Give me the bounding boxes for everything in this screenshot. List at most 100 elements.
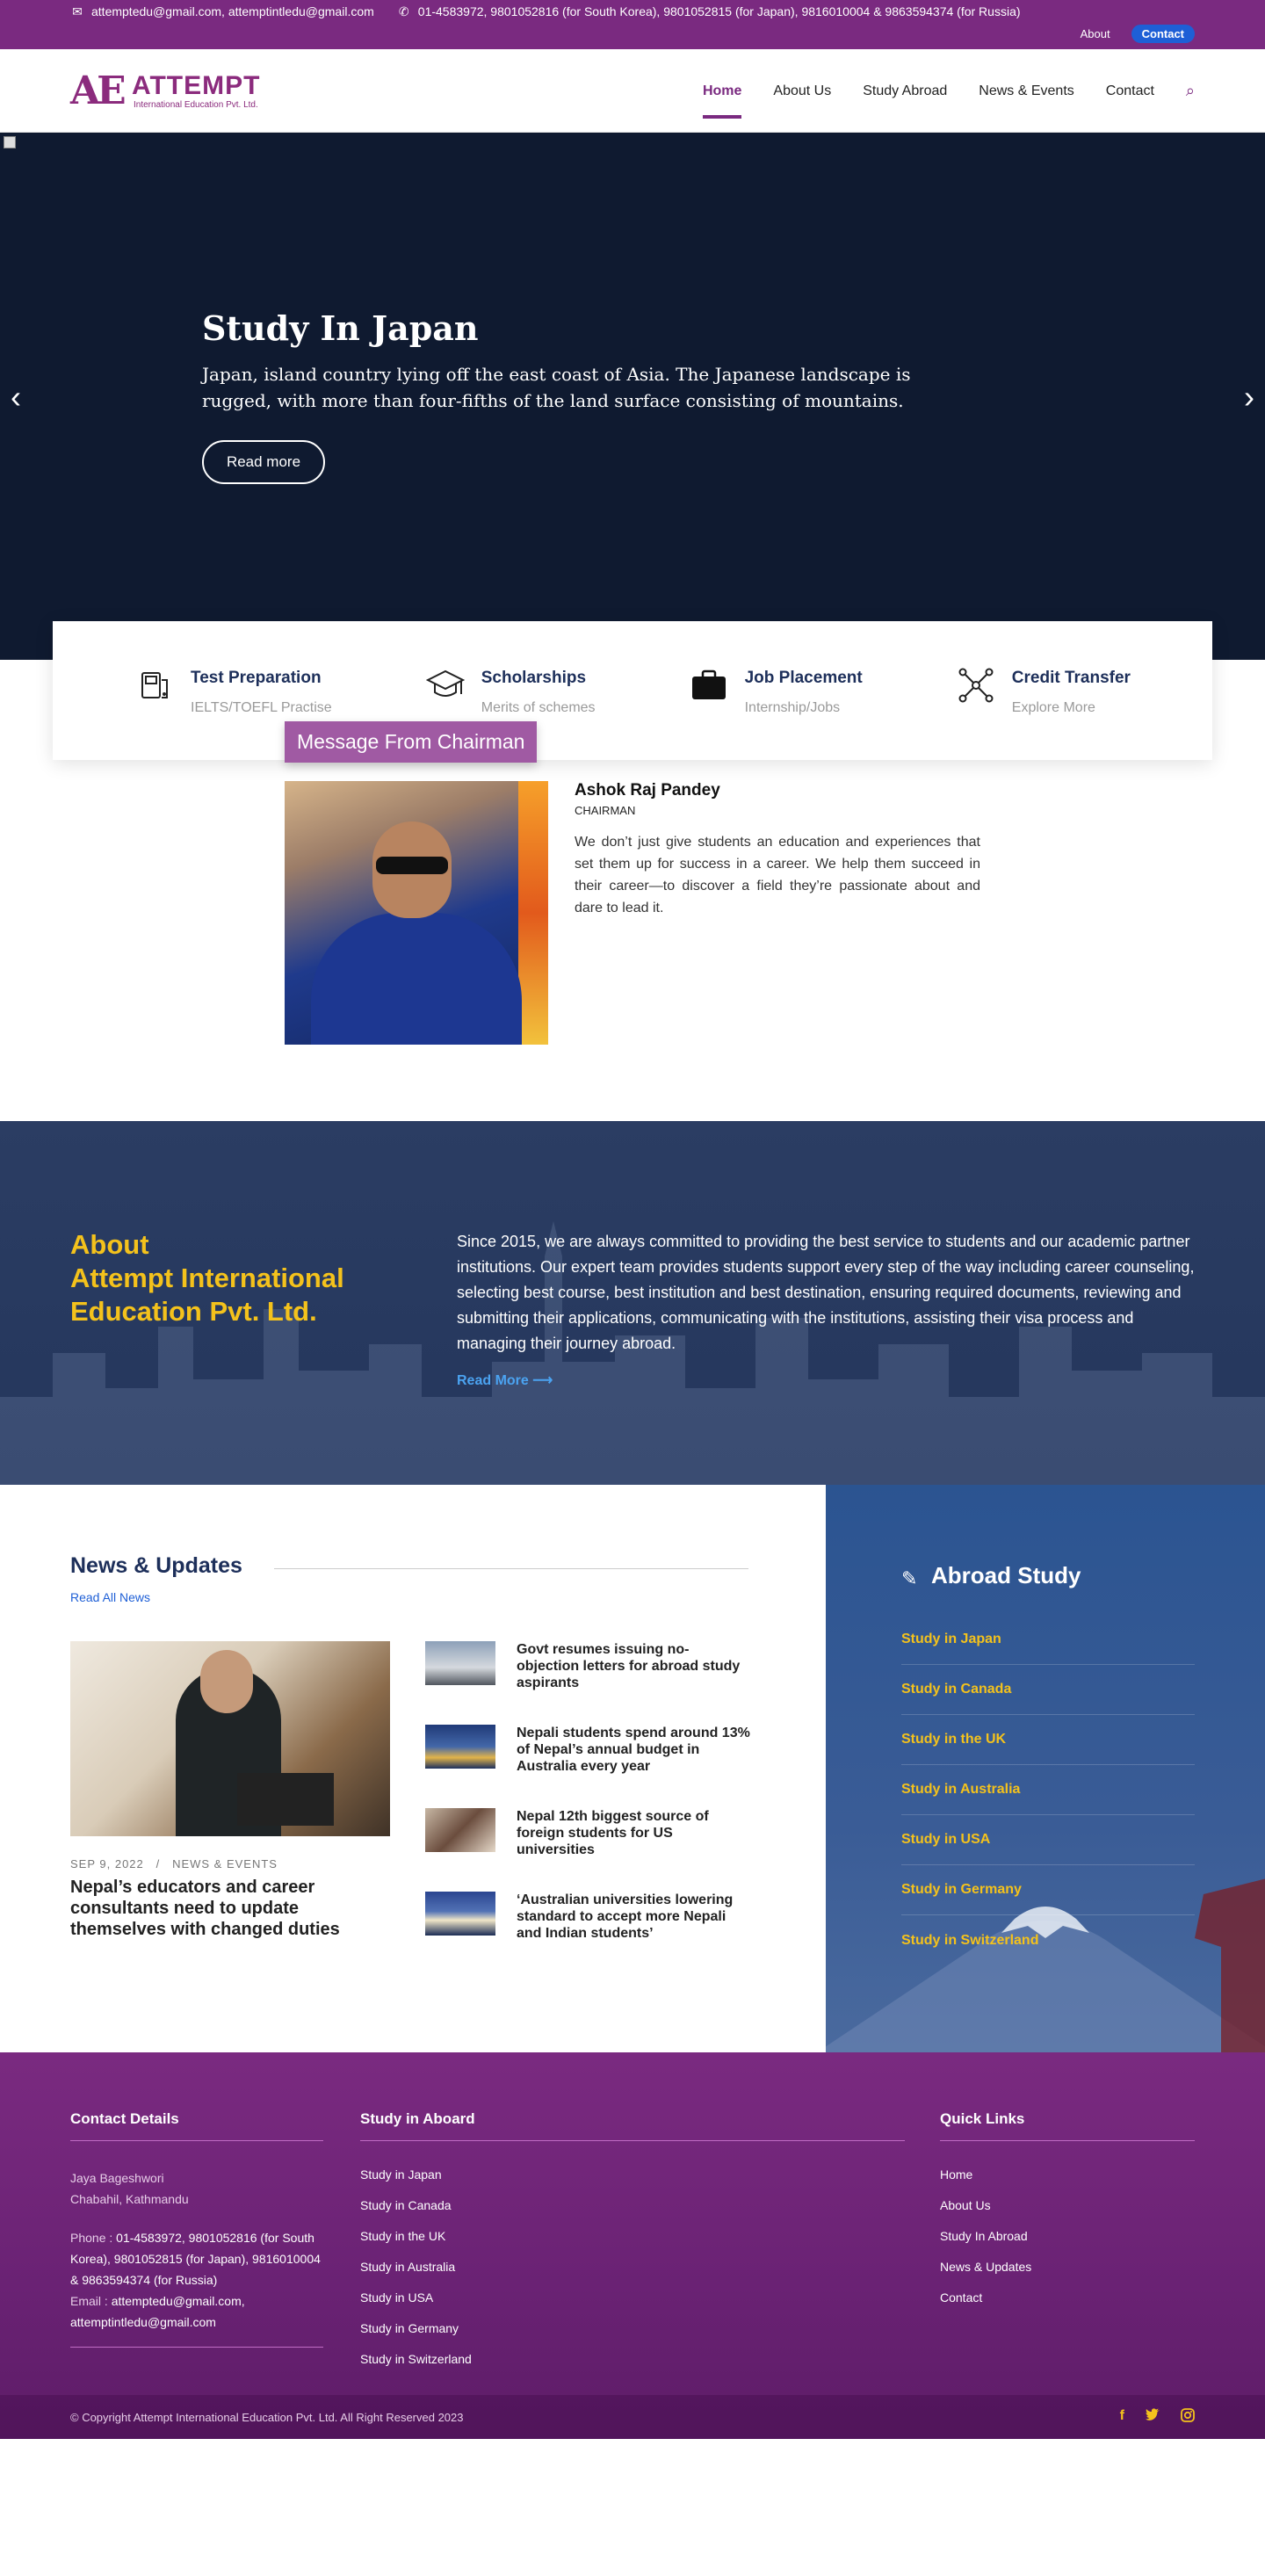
chairman-section: Message From Chairman Ashok Raj Pandey C… [0, 660, 1265, 1121]
about-heading-line: Attempt International [70, 1263, 344, 1293]
main-nav: Home About Us Study Abroad News & Events… [702, 49, 1195, 133]
logo-mark: AE [70, 69, 126, 113]
instagram-icon[interactable] [1181, 2407, 1195, 2427]
image-face [200, 1650, 253, 1713]
footer-contact-column: Contact Details Jaya Bageshwori Chabahil… [70, 2110, 323, 2374]
news-item[interactable]: Nepali students spend around 13% of Nepa… [425, 1725, 750, 1775]
nav-study-abroad[interactable]: Study Abroad [863, 49, 947, 133]
footer-quick-link[interactable]: News & Updates [940, 2260, 1195, 2290]
chevron-right-icon[interactable]: › [1244, 379, 1254, 416]
broken-image-icon [4, 136, 16, 148]
featured-news-meta: SEP 9, 2022 / NEWS & EVENTS [70, 1857, 278, 1870]
logo[interactable]: AE ATTEMPT International Education Pvt. … [70, 70, 281, 114]
footer-study-link[interactable]: Study in Australia [360, 2260, 905, 2290]
footer-study-link[interactable]: Study in Japan [360, 2167, 905, 2198]
read-all-news-link[interactable]: Read All News [70, 1590, 150, 1604]
footer-study-column: Study in Aboard Study in Japan Study in … [360, 2110, 905, 2383]
footer-quick-link[interactable]: Study In Abroad [940, 2229, 1195, 2260]
chairman-label: Message From Chairman [285, 721, 538, 763]
chairman-photo [285, 781, 548, 1045]
footer-study-link[interactable]: Study in Germany [360, 2321, 905, 2352]
news-thumbnail [425, 1725, 495, 1769]
photo-background-flag [518, 781, 548, 1045]
top-contact-button[interactable]: Contact [1131, 25, 1195, 43]
photo-jacket [311, 913, 522, 1045]
footer-quick-column: Quick Links Home About Us Study In Abroa… [940, 2110, 1195, 2321]
chevron-left-icon[interactable]: ‹ [11, 379, 21, 416]
header: AE ATTEMPT International Education Pvt. … [0, 49, 1265, 133]
abroad-heading: Abroad Study [931, 1562, 1081, 1588]
twitter-icon[interactable] [1146, 2407, 1160, 2427]
news-item[interactable]: Govt resumes issuing no-objection letter… [425, 1641, 750, 1691]
logo-word: ATTEMPT [132, 71, 261, 100]
social-links: f [1120, 2408, 1195, 2427]
address-line: Jaya Bageshwori [70, 2171, 164, 2185]
hero-read-more-button[interactable]: Read more [202, 440, 325, 484]
news-thumbnail [425, 1808, 495, 1852]
footer-contact-heading: Contact Details [70, 2110, 179, 2127]
featured-news-image[interactable] [70, 1641, 390, 1836]
footer-study-link[interactable]: Study in USA [360, 2290, 905, 2321]
arrow-right-icon: ⟶ [532, 1373, 553, 1388]
email-icon: ✉ [72, 4, 83, 18]
footer-study-link[interactable]: Study in the UK [360, 2229, 905, 2260]
footer-study-heading: Study in Aboard [360, 2110, 475, 2127]
news-divider [274, 1568, 748, 1569]
news-item-title: Govt resumes issuing no-objection letter… [517, 1642, 741, 1690]
footer-quick-link[interactable]: Contact [940, 2290, 1195, 2321]
footer-rule [940, 2140, 1195, 2141]
chairman-name: Ashok Raj Pandey [575, 781, 720, 800]
footer-rule [70, 2347, 323, 2348]
phone-label: Phone : [70, 2231, 113, 2245]
featured-news-title[interactable]: Nepal’s educators and career consultants… [70, 1877, 390, 1940]
abroad-item-switzerland[interactable]: Study in Switzerland [901, 1915, 1195, 1965]
chairman-role: CHAIRMAN [575, 804, 636, 817]
abroad-item-usa[interactable]: Study in USA [901, 1815, 1195, 1865]
footer-quick-link[interactable]: About Us [940, 2198, 1195, 2229]
abroad-item-germany[interactable]: Study in Germany [901, 1865, 1195, 1915]
top-phone[interactable]: ✆ 01-4583972, 9801052816 (for South Korea… [397, 4, 1021, 19]
news-item-title: ‘Australian universities lowering standa… [517, 1892, 734, 1941]
footer-quick-link[interactable]: Home [940, 2167, 1195, 2198]
hero-text: Japan, island country lying off the east… [202, 364, 911, 411]
footer-bottom-bar: © Copyright Attempt International Educat… [0, 2395, 1265, 2439]
footer-address: Jaya Bageshwori Chabahil, Kathmandu [70, 2167, 323, 2210]
phone-icon: ✆ [398, 4, 409, 18]
news-date: SEP 9, 2022 [70, 1857, 144, 1870]
abroad-item-japan[interactable]: Study in Japan [901, 1615, 1195, 1665]
nav-about-us[interactable]: About Us [773, 49, 831, 133]
footer-email: Email : attemptedu@gmail.com, attemptint… [70, 2290, 323, 2333]
nav-home[interactable]: Home [702, 49, 742, 133]
about-heading-line: Education Pvt. Ltd. [70, 1296, 317, 1327]
abroad-item-uk[interactable]: Study in the UK [901, 1715, 1195, 1765]
copyright: © Copyright Attempt International Educat… [70, 2410, 464, 2424]
top-bar: ✉ attemptedu@gmail.com, attemptintledu@gm… [0, 0, 1265, 49]
news-heading: News & Updates [70, 1553, 242, 1578]
about-section: About Attempt International Education Pv… [0, 1121, 1265, 1485]
top-email[interactable]: ✉ attemptedu@gmail.com, attemptintledu@gm… [70, 4, 374, 19]
address-line: Chabahil, Kathmandu [70, 2192, 189, 2206]
about-read-more-link[interactable]: Read More ⟶ [457, 1371, 553, 1389]
facebook-icon[interactable]: f [1120, 2408, 1124, 2427]
photo-sunglasses [376, 857, 448, 874]
footer-study-link[interactable]: Study in Switzerland [360, 2352, 905, 2383]
footer: Contact Details Jaya Bageshwori Chabahil… [0, 2052, 1265, 2439]
abroad-item-australia[interactable]: Study in Australia [901, 1765, 1195, 1815]
hero-title: Study In Japan [202, 308, 479, 348]
footer-quick-heading: Quick Links [940, 2110, 1025, 2127]
nav-contact[interactable]: Contact [1106, 49, 1154, 133]
hero-slider: Study In Japan Japan, island country lyi… [0, 133, 1265, 660]
tag-icon: ✎ [901, 1567, 918, 1589]
image-laptop [237, 1773, 334, 1826]
abroad-item-canada[interactable]: Study in Canada [901, 1665, 1195, 1715]
footer-quick-list: Home About Us Study In Abroad News & Upd… [940, 2167, 1195, 2321]
nav-news-events[interactable]: News & Events [979, 49, 1073, 133]
footer-study-link[interactable]: Study in Canada [360, 2198, 905, 2229]
top-about-link[interactable]: About [1081, 27, 1110, 40]
chairman-message: We don’t just give students an education… [575, 835, 980, 915]
news-item[interactable]: ‘Australian universities lowering standa… [425, 1892, 750, 1942]
search-icon[interactable]: ⌕ [1186, 82, 1195, 100]
news-category[interactable]: NEWS & EVENTS [172, 1857, 278, 1870]
news-item[interactable]: Nepal 12th biggest source of foreign stu… [425, 1808, 750, 1858]
news-thumbnail [425, 1641, 495, 1685]
